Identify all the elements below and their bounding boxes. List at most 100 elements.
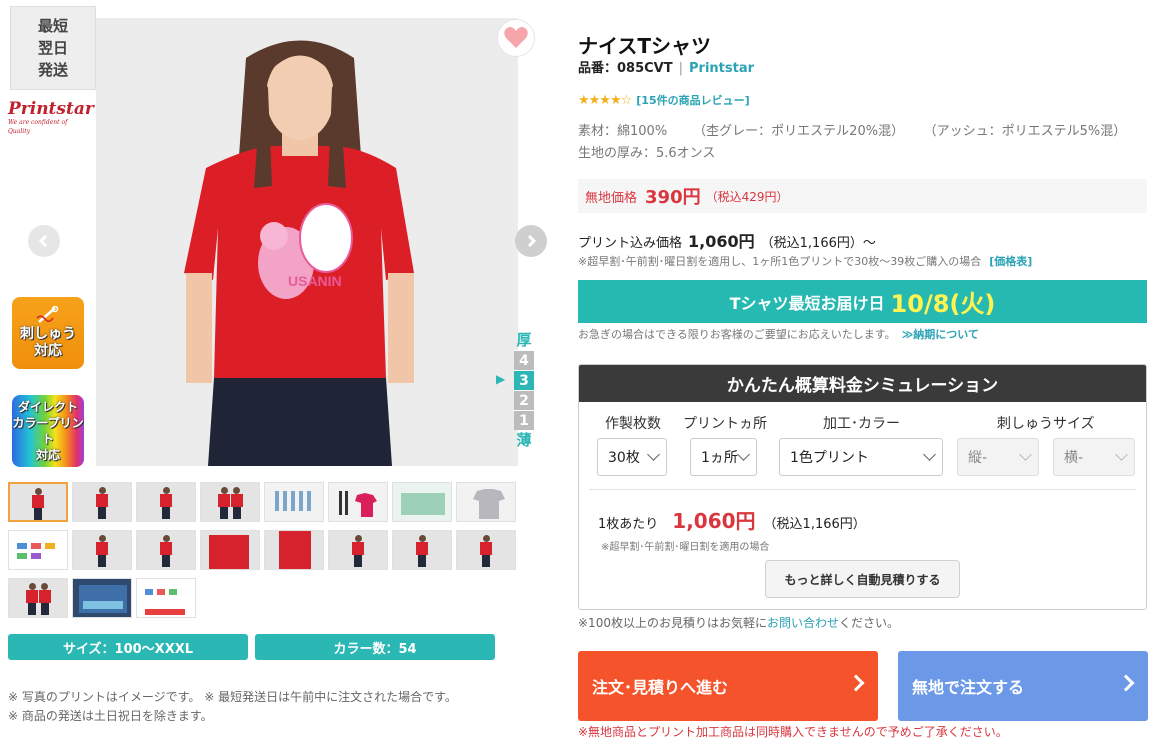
thumbnail[interactable] bbox=[72, 530, 132, 570]
thumbnail[interactable] bbox=[200, 530, 260, 570]
material-info: 素材：綿100% （杢グレー：ポリエステル20%混） （アッシュ：ポリエステル5%混… bbox=[578, 121, 1126, 165]
delivery-info-link[interactable]: ≫納期について bbox=[902, 328, 979, 341]
shirt-print-text: USANIN bbox=[288, 273, 342, 289]
badge-line: 翌日 bbox=[37, 39, 68, 57]
brand-link[interactable]: Printstar bbox=[689, 61, 754, 76]
thumbnail[interactable] bbox=[456, 482, 516, 522]
delivery-date: 10/8(火) bbox=[890, 290, 996, 318]
plain-price-tax: （税込429円） bbox=[705, 189, 789, 204]
quantity-value: 30枚 bbox=[608, 450, 640, 466]
thumbnail[interactable] bbox=[136, 578, 196, 618]
plain-price-label: 無地価格 bbox=[585, 190, 638, 206]
chevron-down-icon bbox=[1115, 448, 1128, 461]
color-count-pill: カラー数：54 bbox=[255, 634, 495, 660]
embroidery-width-select[interactable]: 横- bbox=[1053, 438, 1135, 476]
thumbnail[interactable] bbox=[200, 482, 260, 522]
print-price-tax: （税込1,166円）〜 bbox=[760, 236, 876, 251]
separator: | bbox=[678, 61, 683, 76]
locations-select[interactable]: 1ヵ所 bbox=[690, 438, 757, 476]
embroidery-badge: 刺しゅう 対応 bbox=[12, 297, 84, 369]
order-button-label: 注文･見積りへ進む bbox=[592, 678, 729, 697]
per-unit-price: 1,060円 bbox=[672, 509, 756, 533]
material-gray: （杢グレー：ポリエステル20%混） bbox=[693, 124, 905, 139]
thumbnail[interactable] bbox=[72, 578, 132, 618]
next-image-arrow[interactable] bbox=[515, 225, 547, 257]
thumbnail[interactable] bbox=[328, 482, 388, 522]
thumbnail[interactable] bbox=[264, 482, 324, 522]
thickness-level: 2 bbox=[514, 390, 534, 410]
thumbnail[interactable] bbox=[136, 530, 196, 570]
chevron-left-icon bbox=[38, 234, 48, 248]
note-line: ※ 商品の発送は土日祝日を除きます。 bbox=[8, 709, 213, 723]
plain-price-box: 無地価格 390円 （税込429円） bbox=[578, 179, 1147, 213]
chevron-down-icon bbox=[737, 448, 750, 461]
thumbnail[interactable] bbox=[8, 482, 68, 522]
badge-line: 刺しゅう bbox=[20, 326, 76, 342]
process-select[interactable]: 1色プリント bbox=[779, 438, 943, 476]
item-number: 品番：085CVT bbox=[578, 61, 673, 76]
process-label: 加工･カラー bbox=[823, 416, 900, 432]
badge-line: 発送 bbox=[37, 61, 68, 79]
thumbnail[interactable] bbox=[328, 530, 388, 570]
rating-row: ★★★★☆ [15件の商品レビュー] bbox=[578, 92, 750, 108]
order-plain-button[interactable]: 無地で注文する bbox=[898, 651, 1148, 721]
note-line: ※ 写真のプリントはイメージです。 ※ 最短発送日は午前中に注文された場合です。 bbox=[8, 690, 457, 704]
print-note-text: ※超早割･午前割･曜日割を適用し、1ヶ所1色プリントで30枚〜39枚ご購入の場合 bbox=[578, 255, 982, 268]
badge-line: カラープリント bbox=[12, 416, 84, 446]
contact-link[interactable]: お問い合わせ bbox=[767, 616, 839, 630]
thumbnail[interactable] bbox=[392, 482, 452, 522]
thumbnail[interactable] bbox=[8, 578, 68, 618]
quantity-select[interactable]: 30枚 bbox=[597, 438, 667, 476]
chevron-down-icon bbox=[923, 448, 936, 461]
thumbnail[interactable] bbox=[8, 530, 68, 570]
per-unit-tax: （税込1,166円） bbox=[763, 517, 866, 532]
thumbnail[interactable] bbox=[136, 482, 196, 522]
thick-label: 厚 bbox=[516, 331, 532, 349]
thickness-level-current: 3 bbox=[514, 370, 534, 390]
delivery-note: お急ぎの場合はできる限りお客様のご要望にお応えいたします。 ≫納期について bbox=[578, 326, 979, 342]
chevron-down-icon bbox=[647, 448, 660, 461]
print-price-note: ※超早割･午前割･曜日割を適用し、1ヶ所1色プリントで30枚〜39枚ご購入の場合… bbox=[578, 253, 1032, 269]
thumbnail[interactable] bbox=[392, 530, 452, 570]
divider bbox=[589, 489, 1136, 490]
fabric-thickness-scale: 厚 4 3 2 1 薄 bbox=[512, 330, 536, 450]
badge-line: 対応 bbox=[34, 343, 62, 359]
heart-icon bbox=[504, 27, 528, 48]
per-unit-price-row: 1枚あたり 1,060円 （税込1,166円） bbox=[598, 505, 866, 534]
embroidery-height-select[interactable]: 縦- bbox=[957, 438, 1039, 476]
product-title: ナイスTシャツ bbox=[578, 34, 712, 58]
price-table-link[interactable]: [価格表] bbox=[989, 255, 1032, 268]
delivery-note-text: お急ぎの場合はできる限りお客様のご要望にお応えいたします。 bbox=[578, 328, 896, 341]
locations-value: 1ヵ所 bbox=[701, 450, 738, 466]
detailed-quote-button[interactable]: もっと詳しく自動見積りする bbox=[765, 560, 960, 598]
thumbnail-grid bbox=[8, 482, 520, 618]
badge-line: 最短 bbox=[37, 17, 68, 35]
bulk-order-note: ※100枚以上のお見積りはお気軽にお問い合わせください。 bbox=[578, 614, 899, 631]
needle-icon bbox=[35, 305, 61, 324]
bulk-note-prefix: ※100枚以上のお見積りはお気軽に bbox=[578, 616, 767, 630]
fabric-thickness: 生地の厚み：5.6オンス bbox=[578, 146, 716, 161]
fastest-shipping-badge: 最短 翌日 発送 bbox=[10, 6, 96, 90]
proceed-to-order-button[interactable]: 注文･見積りへ進む bbox=[578, 651, 878, 721]
per-unit-label: 1枚あたり bbox=[598, 517, 659, 532]
plain-price-value: 390円 bbox=[645, 187, 701, 208]
thumbnail[interactable] bbox=[72, 482, 132, 522]
simulator-note: ※超早割･午前割･曜日割を適用の場合 bbox=[601, 542, 770, 553]
material-ash: （アッシュ：ポリエステル5%混） bbox=[930, 124, 1127, 139]
purchase-restriction-note: ※無地商品とプリント加工商品は同時購入できませんので予めご了承ください。 bbox=[578, 725, 1008, 739]
item-number-line: 品番：085CVT | Printstar bbox=[578, 57, 754, 76]
thumbnail[interactable] bbox=[456, 530, 516, 570]
chevron-right-icon bbox=[527, 234, 537, 248]
height-value: 縦- bbox=[968, 450, 988, 466]
chevron-right-icon bbox=[1117, 674, 1135, 692]
favorite-heart-button[interactable] bbox=[497, 19, 535, 57]
plain-order-button-label: 無地で注文する bbox=[912, 678, 1025, 697]
review-count-link[interactable]: [15件の商品レビュー] bbox=[636, 92, 749, 108]
thumbnail[interactable] bbox=[264, 530, 324, 570]
print-price-label: プリント込み価格 bbox=[578, 236, 683, 251]
prev-image-arrow[interactable] bbox=[28, 225, 60, 257]
simulator-title: かんたん概算料金シミュレーション bbox=[579, 365, 1146, 402]
price-simulator: かんたん概算料金シミュレーション 作製枚数 プリントヵ所 加工･カラー 刺しゅう… bbox=[578, 364, 1147, 610]
quantity-label: 作製枚数 bbox=[605, 416, 661, 432]
chevron-down-icon bbox=[1019, 448, 1032, 461]
